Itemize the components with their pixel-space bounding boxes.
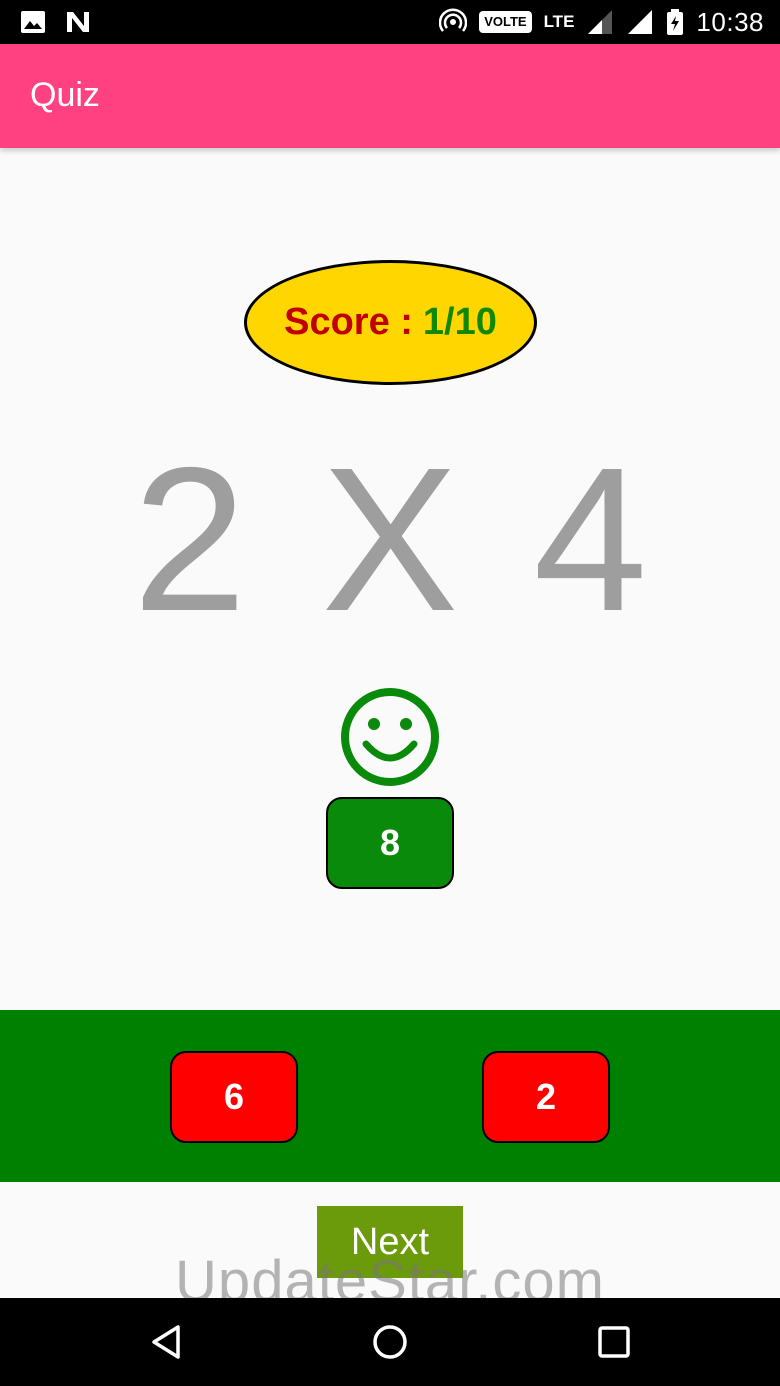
score-value: 1/10 xyxy=(422,301,497,343)
status-notifications xyxy=(20,8,92,36)
app-bar: Quiz xyxy=(0,44,780,148)
navigation-bar xyxy=(0,1298,780,1386)
correct-answer-box: 8 xyxy=(326,797,454,889)
question-text: 2 X 4 xyxy=(132,425,648,654)
options-panel: 6 2 xyxy=(0,1010,780,1182)
back-icon[interactable] xyxy=(148,1322,188,1362)
signal-icon xyxy=(588,10,613,34)
battery-icon xyxy=(667,9,684,35)
quiz-screen: VOLTE LTE 10:38 Quiz Score : 1/10 2 X 4 xyxy=(0,0,780,1386)
n-app-icon xyxy=(67,12,89,32)
volte-badge: VOLTE xyxy=(479,11,532,33)
image-icon xyxy=(21,11,45,33)
hotspot-icon xyxy=(439,8,468,32)
clock: 10:38 xyxy=(696,6,764,37)
answer-option-2[interactable]: 2 xyxy=(482,1051,610,1143)
home-icon[interactable] xyxy=(370,1322,410,1362)
wifi-icon xyxy=(628,10,653,34)
answer-option-1[interactable]: 6 xyxy=(170,1051,298,1143)
smiley-face-icon xyxy=(341,688,439,786)
recents-icon[interactable] xyxy=(594,1322,634,1362)
lte-indicator: LTE xyxy=(543,12,575,31)
score-label: Score : xyxy=(284,301,413,343)
score-display: Score : 1/10 xyxy=(244,260,537,385)
status-system: VOLTE LTE 10:38 xyxy=(439,6,764,38)
app-title: Quiz xyxy=(30,76,100,114)
status-bar: VOLTE LTE 10:38 xyxy=(0,0,780,44)
